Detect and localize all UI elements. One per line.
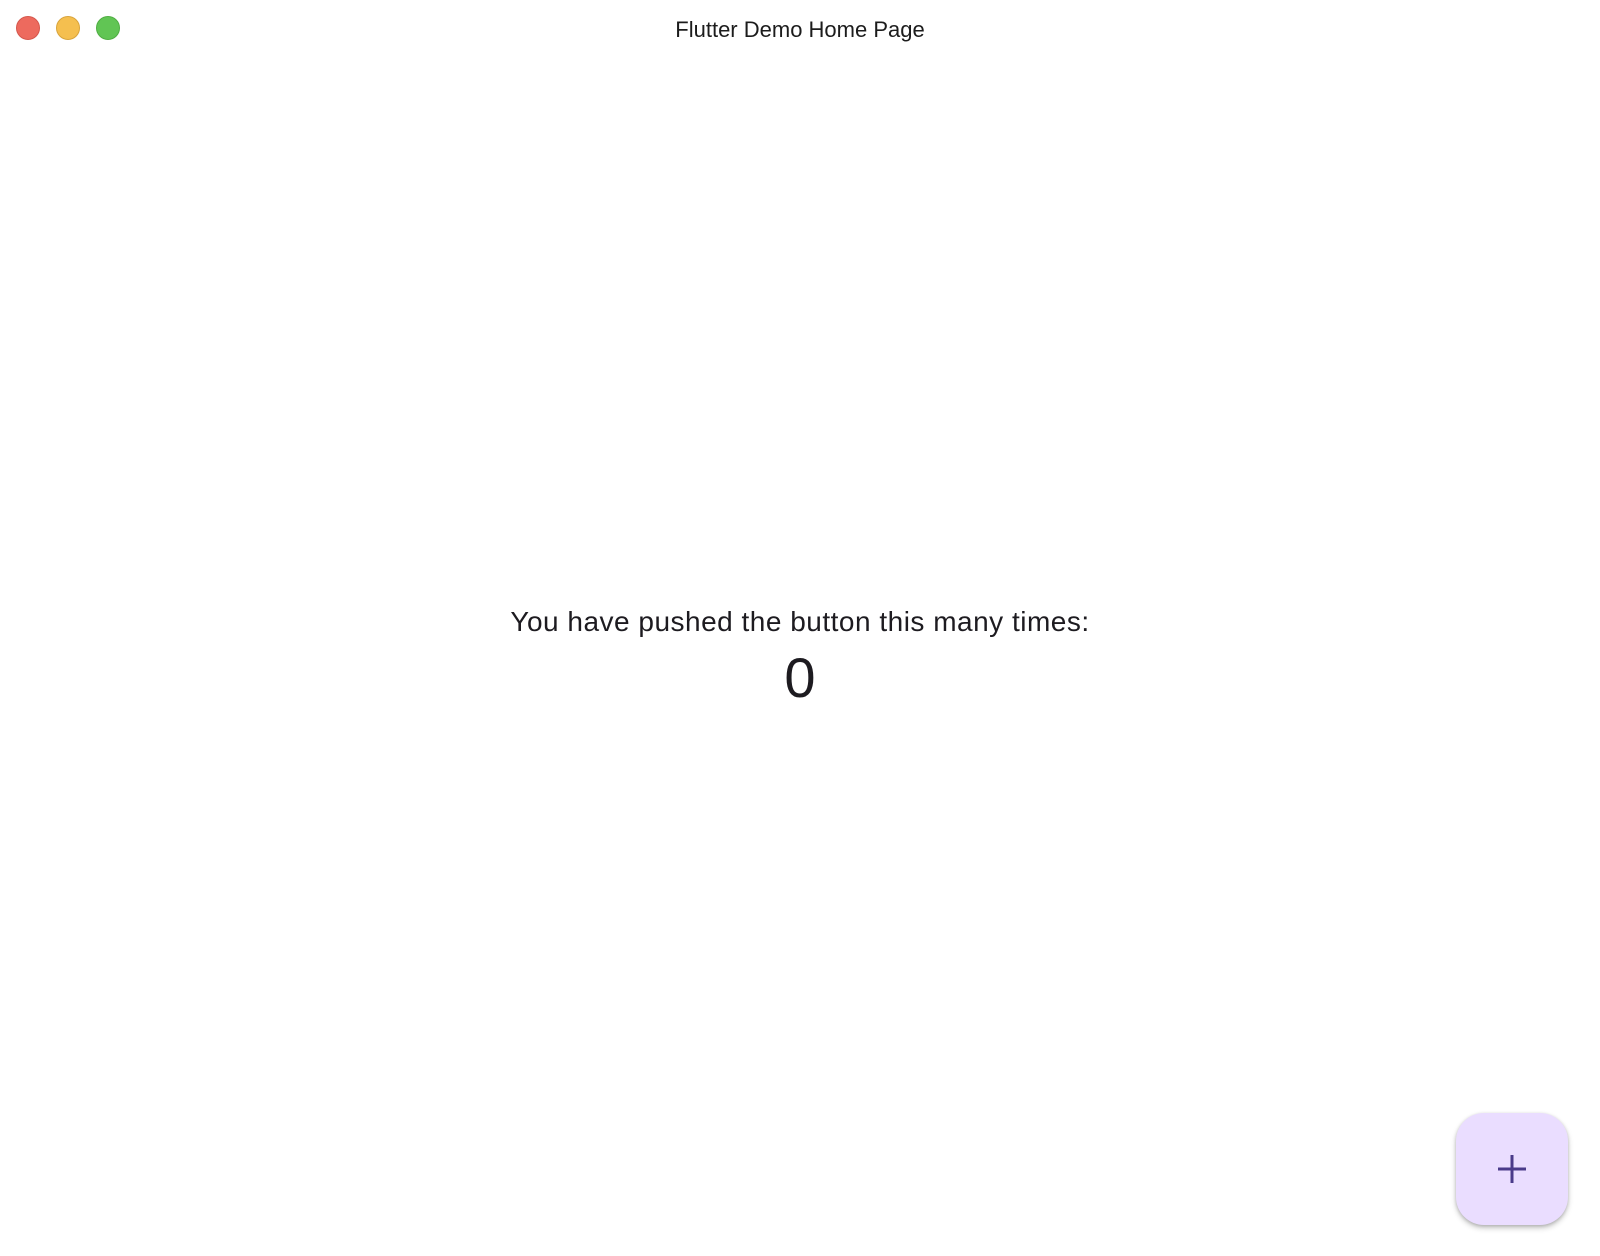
title-bar: Flutter Demo Home Page [0,0,1600,62]
counter-message: You have pushed the button this many tim… [510,606,1090,637]
increment-button[interactable] [1456,1113,1568,1225]
window-title: Flutter Demo Home Page [675,17,925,42]
app-window: Flutter Demo Home Page You have pushed t… [0,0,1600,1256]
add-icon [1495,1152,1529,1186]
counter-area: You have pushed the button this many tim… [0,596,1600,708]
counter-value: 0 [784,646,816,709]
